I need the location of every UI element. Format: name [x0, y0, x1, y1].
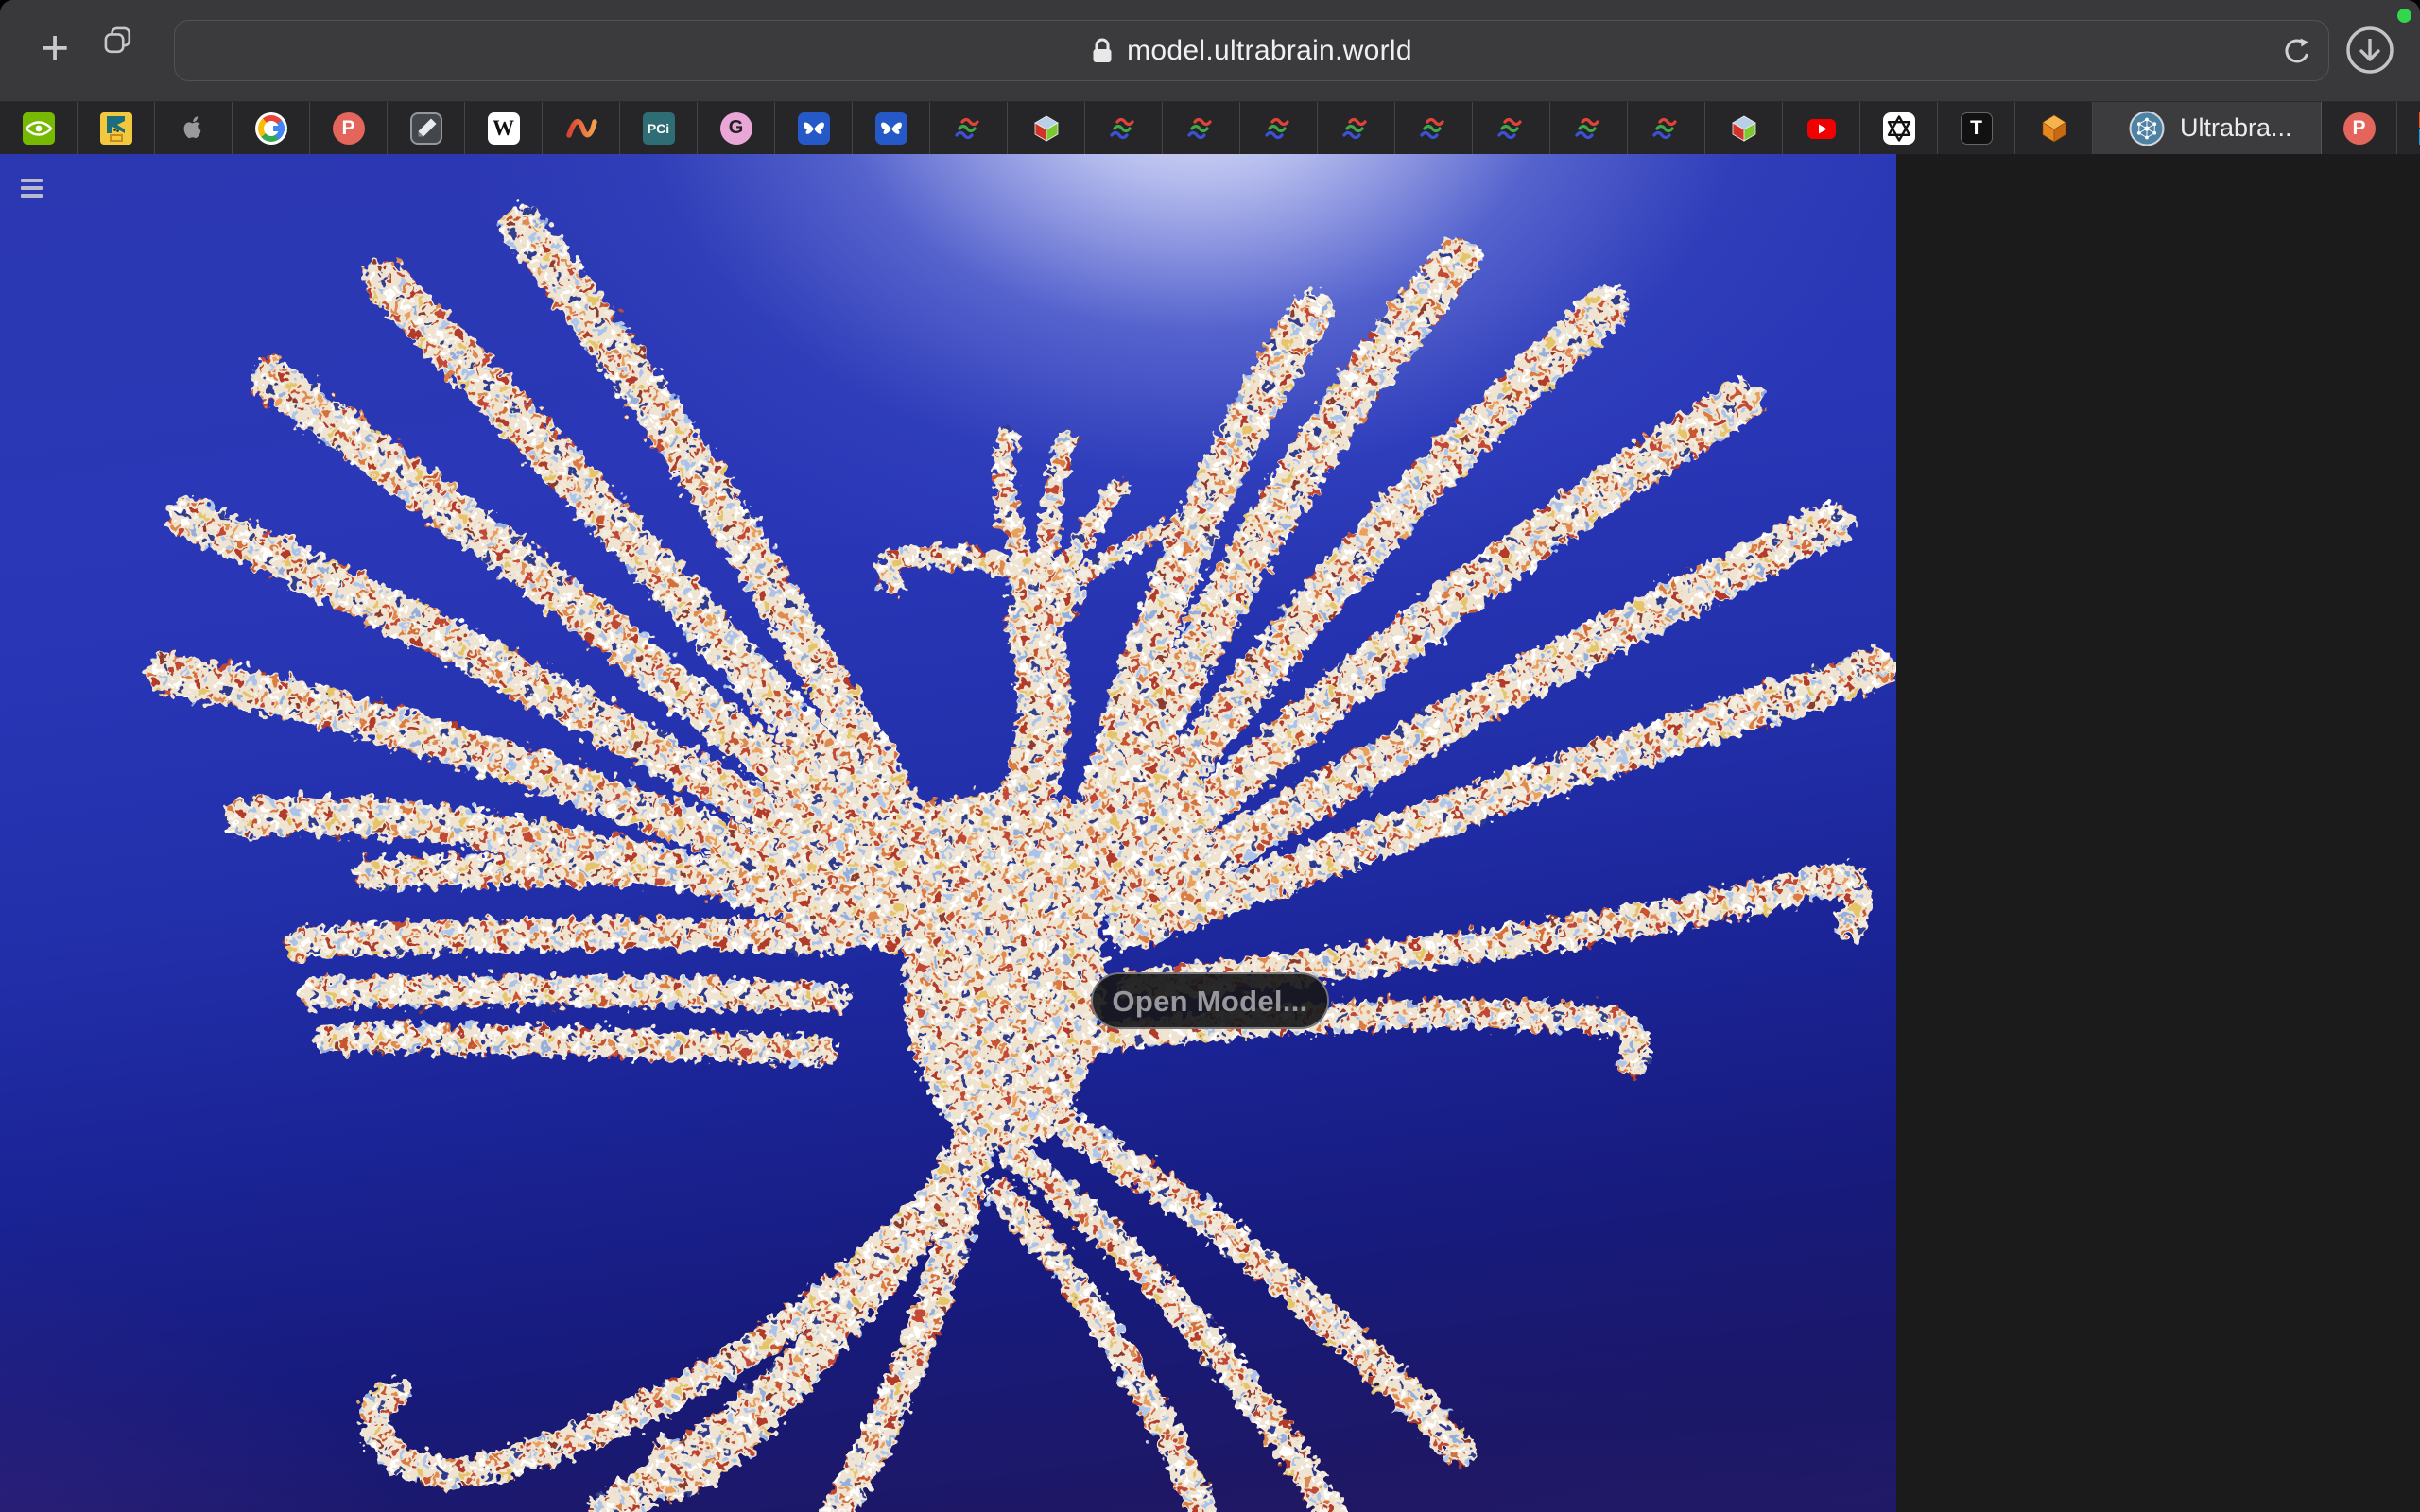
tab-overview-icon — [102, 25, 134, 57]
rgb-waves-icon — [1185, 112, 1218, 145]
plus-icon: + — [41, 21, 69, 76]
tab-butterfly-1[interactable] — [775, 102, 853, 154]
g-pink-icon: G — [720, 112, 752, 145]
open-model-button[interactable]: Open Model... — [1091, 972, 1329, 1029]
tab-wikipedia[interactable]: W — [465, 102, 543, 154]
tab-rgb-cube-1[interactable] — [1008, 102, 1085, 154]
rgb-cube-icon — [1030, 112, 1063, 145]
phoenix-body — [889, 555, 1120, 1152]
tab-product-hunt-2[interactable]: P — [2322, 102, 2397, 154]
tab-active-ultrabrain[interactable]: Ultrabra... — [2093, 102, 2322, 154]
wikipedia-icon: W — [488, 112, 520, 145]
phoenix-right-wing — [1000, 260, 1876, 1512]
rgb-waves-icon — [1495, 112, 1528, 145]
tab-t-shield[interactable]: T — [1938, 102, 2015, 154]
tab-product-hunt[interactable]: P — [310, 102, 388, 154]
tab-rgb-waves-1[interactable] — [930, 102, 1008, 154]
openai-icon — [1883, 112, 1915, 145]
reload-icon — [2279, 34, 2313, 68]
tab-google[interactable] — [233, 102, 310, 154]
status-dot — [2397, 9, 2411, 23]
tab-rgb-waves-6[interactable] — [1395, 102, 1473, 154]
tab-butterfly-2[interactable] — [853, 102, 930, 154]
download-icon — [2344, 25, 2395, 76]
butterfly-icon — [875, 112, 908, 145]
butterfly-icon — [798, 112, 830, 145]
google-icon — [255, 112, 287, 145]
nvidia-icon — [23, 112, 55, 145]
tab-g-pink[interactable]: G — [698, 102, 775, 154]
tab-rgb-waves-8[interactable] — [1550, 102, 1628, 154]
tab-orange-wave[interactable] — [543, 102, 620, 154]
phoenix-left-wing — [165, 228, 922, 1052]
youtube-icon — [1806, 112, 1838, 145]
browser-toolbar: + model.ultrabrain.world — [0, 0, 2420, 102]
rgb-waves-icon — [1651, 112, 1683, 145]
tab-youtube[interactable] — [1783, 102, 1860, 154]
orange-box-icon — [2038, 112, 2070, 145]
orange-wave-icon — [565, 112, 597, 145]
rgb-waves-icon — [1418, 112, 1450, 145]
tab-editor[interactable] — [388, 102, 465, 154]
hamburger-menu-icon — [21, 186, 43, 190]
tab-pci[interactable]: PCi — [620, 102, 698, 154]
tab-rgb-waves-4[interactable] — [1240, 102, 1318, 154]
product-hunt-icon: P — [2343, 112, 2376, 145]
t-shield-icon: T — [1961, 112, 1993, 145]
tab-rgb-waves-7[interactable] — [1473, 102, 1550, 154]
hamburger-menu-icon — [21, 179, 43, 182]
page-content: Open Model... — [0, 154, 2420, 1512]
new-tab-button[interactable]: + — [28, 23, 81, 76]
url-text: model.ultrabrain.world — [1127, 35, 1412, 67]
browser-window: + model.ultrabrain.world — [0, 0, 2420, 1512]
downloads-button[interactable] — [2344, 25, 2395, 76]
pixel-robot-icon — [100, 112, 132, 145]
tab-rgb-waves-9[interactable] — [1628, 102, 1705, 154]
tab-pixel-k[interactable] — [78, 102, 155, 154]
address-bar[interactable]: model.ultrabrain.world — [174, 20, 2329, 81]
tab-bar: P W PCi — [0, 102, 2420, 154]
phoenix-tail — [374, 1137, 978, 1512]
tab-nvidia[interactable] — [0, 102, 78, 154]
active-tab-title: Ultrabra... — [2180, 113, 2292, 143]
product-hunt-icon: P — [333, 112, 365, 145]
hamburger-menu-icon — [21, 194, 43, 198]
reload-button[interactable] — [2279, 34, 2313, 68]
tab-rgb-waves-2[interactable] — [1085, 102, 1163, 154]
rgb-waves-icon — [1263, 112, 1295, 145]
rgb-waves-icon — [1340, 112, 1373, 145]
rgb-waves-icon — [953, 112, 985, 145]
phoenix-artwork — [0, 154, 1896, 1512]
apple-icon — [178, 112, 210, 145]
tab-microsoft[interactable] — [2397, 102, 2420, 154]
rgb-waves-icon — [1108, 112, 1140, 145]
rgb-cube-icon — [1728, 112, 1760, 145]
tab-rgb-waves-5[interactable] — [1318, 102, 1395, 154]
pencil-icon — [410, 112, 442, 145]
tab-rgb-cube-2[interactable] — [1705, 102, 1783, 154]
tab-apple[interactable] — [155, 102, 233, 154]
tab-openai[interactable] — [1860, 102, 1938, 154]
lock-icon — [1091, 37, 1114, 65]
rgb-waves-icon — [1573, 112, 1605, 145]
ultrabrain-favicon — [2129, 111, 2165, 146]
tab-orange-box[interactable] — [2015, 102, 2093, 154]
tab-rgb-waves-3[interactable] — [1163, 102, 1240, 154]
tab-overview-button[interactable] — [102, 25, 151, 74]
pci-icon: PCi — [643, 112, 675, 145]
hero-artwork — [0, 154, 1896, 1512]
menu-button[interactable] — [17, 171, 57, 211]
